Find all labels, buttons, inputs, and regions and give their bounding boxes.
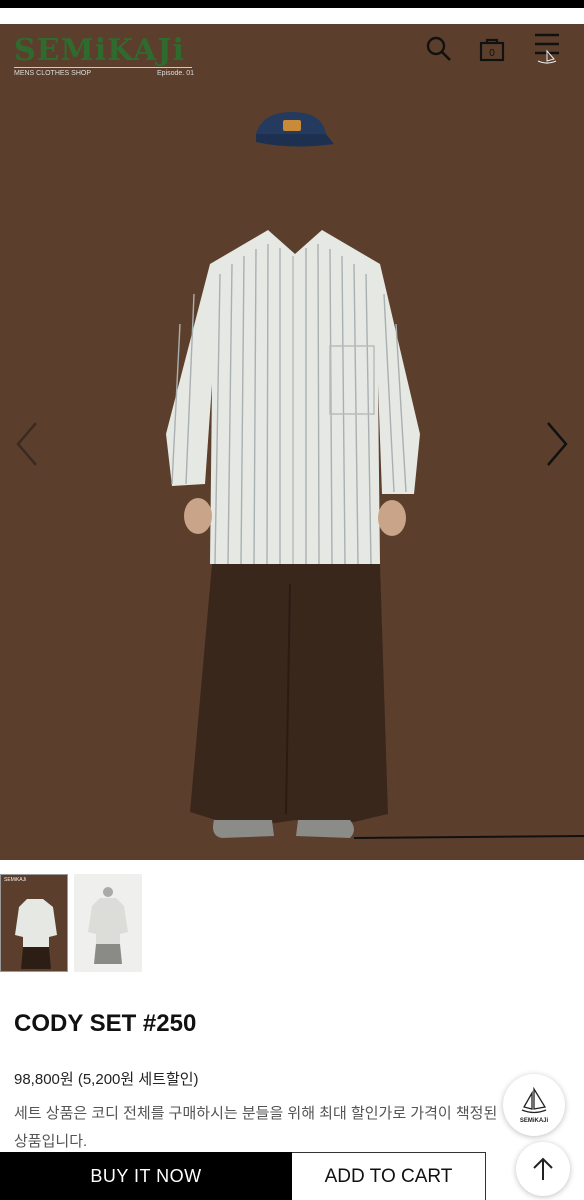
- status-bar: [0, 0, 584, 8]
- scroll-to-top-button[interactable]: [516, 1142, 570, 1196]
- arrow-up-icon: [533, 1157, 553, 1180]
- thumbnail-logo: SEMiKAJi: [4, 877, 27, 883]
- product-title: CODY SET #250: [14, 1010, 197, 1037]
- brand-floating-button[interactable]: SEMiKAJi: [503, 1074, 565, 1136]
- chevron-right-icon[interactable]: [538, 419, 574, 469]
- product-description: 세트 상품은 코디 전체를 구매하시는 분들을 위해 최대 할인가로 가격이 책…: [14, 1105, 498, 1150]
- thumbnail-1[interactable]: SEMiKAJi: [0, 874, 68, 972]
- product-image-gallery[interactable]: SEMiKAJi MENS CLOTHES SHOP Episode. 01 0: [0, 24, 584, 860]
- chevron-left-icon[interactable]: [10, 419, 46, 469]
- product-price: 98,800원 (5,200원 세트할인): [14, 1071, 199, 1088]
- thumbnail-2[interactable]: [74, 874, 142, 972]
- product-photo: [166, 112, 584, 839]
- thumbnail-strip: SEMiKAJi: [0, 874, 584, 972]
- add-to-cart-button[interactable]: ADD TO CART: [292, 1152, 486, 1200]
- purchase-bar: BUY IT NOW ADD TO CART: [0, 1152, 584, 1200]
- sailboat-icon: [521, 1086, 547, 1113]
- floating-brand-label: SEMiKAJi: [519, 1117, 549, 1124]
- buy-now-button[interactable]: BUY IT NOW: [0, 1152, 292, 1200]
